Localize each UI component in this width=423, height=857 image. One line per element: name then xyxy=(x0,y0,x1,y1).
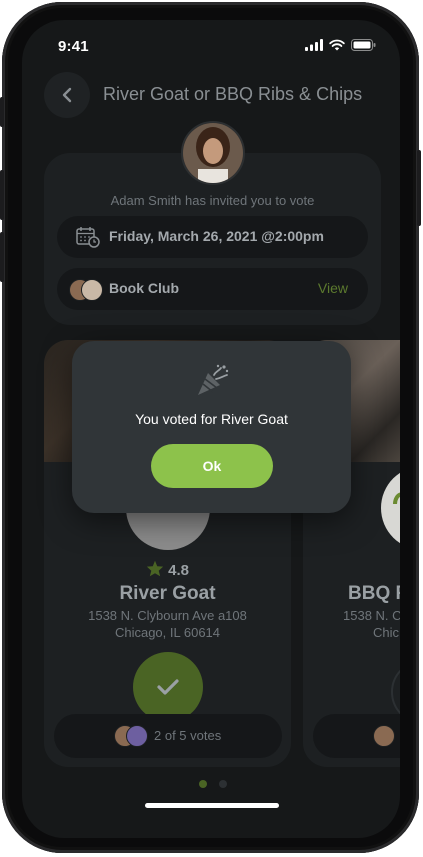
address-line-1: 1538 N. Clybourn Ave a108 xyxy=(88,608,247,623)
restaurant-name: River Goat xyxy=(119,583,216,604)
calendar-clock-icon xyxy=(76,227,100,248)
address-line-2: Chic xyxy=(373,625,400,640)
event-date: Friday, March 26, 2021 @2:00pm xyxy=(109,228,324,244)
clock: 9:41 xyxy=(58,38,89,55)
page-dot[interactable] xyxy=(219,780,227,788)
checkmark-icon xyxy=(157,679,179,695)
top-bar: River Goat or BBQ Ribs & Chips xyxy=(22,72,400,124)
rating-value: 4.8 xyxy=(168,562,190,579)
mute-switch xyxy=(0,97,4,127)
star-icon xyxy=(146,560,164,577)
chevron-left-icon xyxy=(62,87,72,103)
avatar xyxy=(81,279,103,301)
pagination-dots xyxy=(199,780,227,788)
vote-count-pill xyxy=(313,714,400,758)
restaurant-name: BBQ R xyxy=(348,583,400,604)
group-name: Book Club xyxy=(109,280,179,296)
volume-down-button xyxy=(0,232,4,282)
avatar xyxy=(126,725,148,747)
app-screen: 9:41 River Goat or BBQ Ribs & Chips Adam… xyxy=(22,20,400,838)
event-date-pill: Friday, March 26, 2021 @2:00pm xyxy=(57,216,368,258)
page-dot-active[interactable] xyxy=(199,780,207,788)
logo-mark-icon xyxy=(393,492,400,505)
inviter-avatar xyxy=(181,121,245,185)
dialog-message: You voted for River Goat xyxy=(135,411,288,427)
rating: 4.8 xyxy=(44,560,291,579)
vote-confirmation-dialog: You voted for River Goat Ok xyxy=(72,341,351,513)
signal-icon xyxy=(305,39,323,51)
vote-count: 2 of 5 votes xyxy=(154,728,222,743)
group-pill[interactable]: Book Club View xyxy=(57,268,368,310)
address-line-2: Chicago, IL 60614 xyxy=(114,625,221,640)
wifi-icon xyxy=(329,39,345,51)
party-popper-icon xyxy=(198,364,229,395)
vote-button[interactable] xyxy=(133,652,203,722)
avatar xyxy=(373,725,395,747)
person-photo xyxy=(183,123,243,183)
back-button[interactable] xyxy=(44,72,90,118)
ok-button[interactable]: Ok xyxy=(151,444,273,488)
address-line-1: 1538 N. C xyxy=(343,608,400,623)
status-bar: 9:41 xyxy=(22,20,400,72)
invite-message: Adam Smith has invited you to vote xyxy=(110,193,315,208)
vote-count-pill: 2 of 5 votes xyxy=(54,714,282,758)
volume-up-button xyxy=(0,170,4,220)
power-button xyxy=(417,150,421,226)
restaurant-logo xyxy=(381,466,400,550)
phone-frame: 9:41 River Goat or BBQ Ribs & Chips Adam… xyxy=(0,2,421,853)
page-title: River Goat or BBQ Ribs & Chips xyxy=(103,84,363,104)
home-indicator[interactable] xyxy=(145,803,279,808)
battery-icon xyxy=(351,39,376,51)
view-group-link[interactable]: View xyxy=(318,280,348,296)
status-icons xyxy=(305,39,376,51)
